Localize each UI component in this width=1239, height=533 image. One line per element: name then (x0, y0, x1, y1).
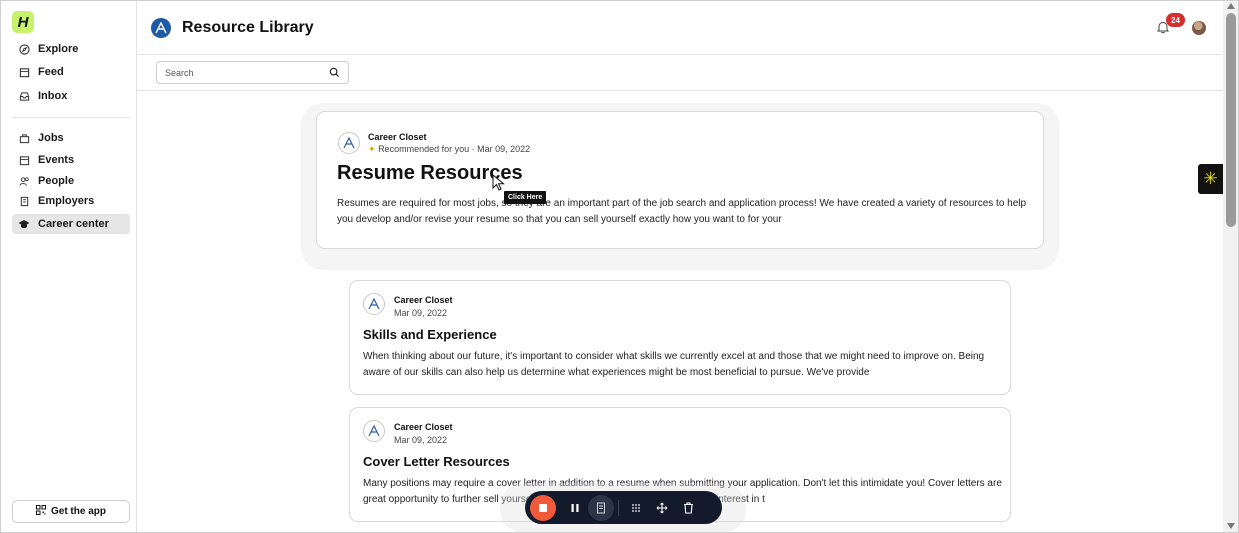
grid-button[interactable] (623, 495, 649, 521)
stop-recording-button[interactable] (530, 494, 556, 521)
stop-icon (539, 503, 547, 512)
sidebar-item-explore[interactable]: Explore (12, 39, 130, 59)
sidebar-item-label: Events (38, 154, 75, 166)
compass-icon (18, 43, 30, 55)
trash-icon (683, 501, 693, 514)
scroll-thumb[interactable] (1226, 13, 1236, 227)
sidebar-item-label: Feed (38, 66, 64, 78)
search-input[interactable] (156, 61, 349, 84)
author-logo (338, 132, 360, 154)
tooltip: Click Here (504, 191, 547, 204)
sidebar-item-label: Jobs (38, 132, 64, 144)
qr-code-icon (35, 505, 46, 518)
grid-icon (632, 503, 640, 512)
featured-post-card[interactable]: Career Closet ✦ Recommended for you · Ma… (316, 111, 1044, 249)
sidebar-item-people[interactable]: People (12, 171, 130, 191)
search-bar-row (137, 55, 1223, 91)
post-author: Career Closet (368, 132, 427, 142)
author-logo (363, 293, 385, 315)
mouse-cursor-icon (492, 174, 505, 191)
note-icon (597, 502, 605, 513)
inbox-icon (18, 90, 30, 102)
sidebar-item-label: Employers (38, 195, 95, 207)
post-meta-text: Recommended for you · Mar 09, 2022 (378, 144, 531, 154)
page-header: Resource Library 24 (137, 0, 1223, 55)
people-icon (18, 175, 30, 187)
sidebar-item-career-center[interactable]: Career center (12, 214, 130, 234)
recorder-toolbar (525, 491, 722, 524)
post-excerpt: Resumes are required for most jobs, so t… (337, 198, 1027, 225)
sidebar-item-events[interactable]: Events (12, 150, 130, 170)
move-button[interactable] (649, 495, 675, 521)
app-logo[interactable]: H (12, 11, 34, 33)
sidebar-item-label: Career center (38, 218, 109, 230)
sidebar-item-feed[interactable]: Feed (12, 62, 130, 82)
sidebar-divider (12, 117, 130, 118)
get-the-app-label: Get the app (50, 506, 106, 517)
post-card[interactable]: Career Closet Mar 09, 2022 Skills and Ex… (349, 280, 1011, 395)
graduation-cap-icon (18, 218, 30, 230)
note-button[interactable] (588, 494, 614, 521)
avatar[interactable] (1192, 21, 1206, 35)
scroll-down-arrow-icon[interactable] (1227, 523, 1235, 529)
sidebar-item-inbox[interactable]: Inbox (12, 86, 130, 106)
org-logo (151, 18, 171, 38)
calendar-icon (18, 154, 30, 166)
post-date: Mar 09, 2022 (394, 435, 448, 445)
sidebar: H Explore Feed Inbox Jobs Events People … (0, 0, 137, 533)
post-title[interactable]: Skills and Experience (363, 327, 497, 342)
post-author: Career Closet (394, 422, 453, 432)
post-author: Career Closet (394, 295, 453, 305)
scrollbar[interactable] (1223, 0, 1239, 533)
move-icon (656, 502, 668, 513)
page-title: Resource Library (182, 19, 314, 36)
post-date: Mar 09, 2022 (394, 308, 448, 318)
post-excerpt: When thinking about our future, it's imp… (363, 351, 985, 378)
asterisk-widget-icon[interactable]: ✳ (1198, 164, 1223, 194)
post-meta: ✦ Recommended for you · Mar 09, 2022 (368, 144, 530, 155)
app-logo-letter: H (17, 13, 29, 31)
feed-icon (18, 66, 30, 78)
delete-button[interactable] (675, 495, 701, 521)
toolbar-divider (618, 499, 619, 516)
scroll-up-arrow-icon[interactable] (1227, 3, 1235, 9)
sidebar-item-label: Inbox (38, 90, 68, 102)
sidebar-item-label: People (38, 175, 75, 187)
post-title[interactable]: Cover Letter Resources (363, 454, 510, 469)
pause-button[interactable] (562, 495, 588, 521)
search-icon[interactable] (329, 67, 340, 78)
sidebar-item-employers[interactable]: Employers (12, 191, 130, 211)
sidebar-item-jobs[interactable]: Jobs (12, 128, 130, 148)
sidebar-item-label: Explore (38, 43, 79, 55)
briefcase-icon (18, 132, 30, 144)
notification-badge: 24 (1166, 13, 1185, 27)
author-logo (363, 420, 385, 442)
get-the-app-button[interactable]: Get the app (12, 500, 130, 523)
pause-icon (571, 503, 579, 512)
sparkle-icon: ✦ (368, 144, 376, 154)
building-icon (18, 195, 30, 207)
